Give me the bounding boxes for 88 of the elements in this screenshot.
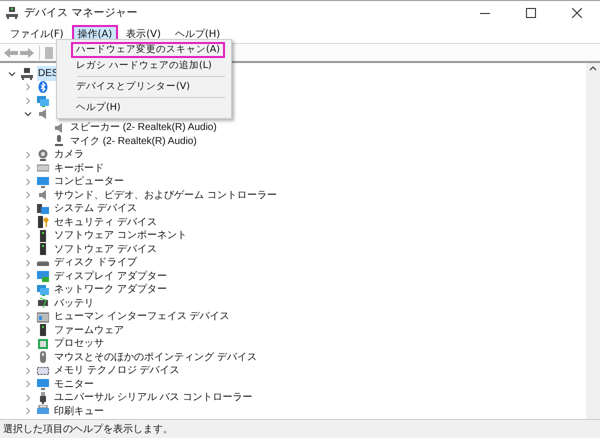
tree-item[interactable]: スピーカー (2- Realtek(R) Audio) — [69, 120, 218, 136]
keyboard-icon — [37, 162, 49, 174]
chevron-right-icon[interactable] — [24, 299, 32, 308]
tree-item[interactable]: モニター — [53, 376, 95, 392]
window-title: デバイス マネージャー — [24, 4, 138, 21]
chevron-right-icon[interactable] — [24, 272, 32, 280]
menu-item[interactable]: 表示(V) — [120, 25, 167, 43]
device-icon — [37, 230, 49, 242]
menu-option[interactable]: デバイスとプリンター(V) — [71, 79, 195, 95]
chevron-down-icon[interactable] — [24, 110, 32, 118]
chevron-right-icon[interactable] — [24, 191, 32, 200]
tree-item[interactable]: ヒューマン インターフェイス デバイス — [53, 309, 231, 324]
menu-item[interactable]: ファイル(F) — [4, 25, 70, 43]
chevron-right-icon[interactable] — [24, 218, 32, 226]
chevron-right-icon[interactable] — [24, 204, 32, 213]
status-text: 選択した項目のヘルプを表示します。 — [0, 419, 600, 438]
speaker-icon — [53, 122, 65, 134]
tree-item[interactable]: マイク (2- Realtek(R) Audio) — [69, 134, 198, 149]
tree-item[interactable]: ディスプレイ アダプター — [53, 268, 168, 284]
chevron-right-icon[interactable] — [24, 150, 32, 159]
chevron-right-icon[interactable] — [24, 245, 32, 254]
tree-item[interactable]: ファームウェア — [53, 322, 125, 338]
display-adapter-icon — [37, 270, 49, 282]
tree-item[interactable]: ネットワーク アダプター — [53, 282, 168, 298]
toolbar-icon[interactable] — [45, 46, 53, 58]
network-icon — [37, 284, 49, 296]
chevron-right-icon[interactable] — [24, 380, 32, 388]
tree-item[interactable]: メモリ テクノロジ デバイス — [53, 363, 181, 378]
memory-icon — [37, 364, 49, 377]
tree-item[interactable]: コンピューター — [53, 174, 125, 190]
chevron-right-icon[interactable] — [24, 286, 32, 294]
menu-option[interactable]: ヘルプ(H) — [71, 100, 126, 116]
chevron-right-icon[interactable] — [24, 178, 32, 186]
chevron-right-icon[interactable] — [24, 96, 32, 105]
chevron-right-icon[interactable] — [24, 258, 32, 267]
chevron-right-icon[interactable] — [24, 312, 32, 321]
camera-icon — [37, 148, 49, 161]
menu-option[interactable]: レガシ ハードウェアの追加(L) — [71, 58, 217, 74]
monitor-icon — [37, 176, 49, 188]
device-icon — [37, 324, 49, 336]
tree-item[interactable]: ユニバーサル シリアル バス コントローラー — [53, 390, 254, 406]
tree-item[interactable]: ソフトウェア コンポーネント — [53, 228, 188, 244]
close-icon — [572, 8, 582, 18]
device-icon — [37, 243, 49, 256]
speaker-icon — [37, 108, 49, 120]
app-icon — [6, 7, 18, 19]
chevron-right-icon[interactable] — [24, 407, 32, 416]
microphone-icon — [53, 135, 65, 148]
battery-icon — [37, 297, 49, 310]
processor-icon — [37, 338, 49, 350]
tree-item[interactable]: カメラ — [53, 147, 85, 162]
chevron-down-icon[interactable] — [8, 70, 16, 78]
tree-item[interactable]: ディスク ドライブ — [53, 255, 138, 270]
chevron-right-icon[interactable] — [24, 232, 32, 240]
tree-item[interactable]: ソフトウェア デバイス — [53, 242, 158, 257]
chevron-right-icon[interactable] — [24, 394, 32, 402]
tree-item[interactable]: サウンド、ビデオ、およびゲーム コントローラー — [53, 188, 278, 203]
tree-item[interactable]: システム デバイス — [53, 201, 138, 216]
scrollbar[interactable] — [586, 63, 600, 419]
menu-option[interactable]: ハードウェア変更のスキャン(A) — [71, 42, 225, 58]
tree-item[interactable]: バッテリ — [53, 296, 95, 311]
system-icon — [37, 202, 49, 215]
chevron-right-icon[interactable] — [24, 353, 32, 362]
chevron-right-icon[interactable] — [24, 326, 32, 334]
chevron-right-icon[interactable] — [24, 340, 32, 348]
hid-icon — [37, 310, 49, 323]
forward-arrow-icon[interactable] — [20, 48, 34, 58]
monitor-icon — [37, 378, 49, 390]
tree-item[interactable]: マウスとそのほかのポインティング デバイス — [53, 350, 258, 365]
chevron-right-icon[interactable] — [24, 366, 32, 375]
tree-item[interactable]: キーボード — [53, 160, 105, 176]
usb-icon — [37, 392, 49, 404]
tree-item[interactable]: セキュリティ デバイス — [53, 214, 158, 230]
speaker-icon — [37, 189, 49, 202]
bluetooth-icon — [37, 81, 49, 94]
menu-item[interactable]: ヘルプ(H) — [168, 25, 226, 43]
chevron-right-icon[interactable] — [24, 164, 32, 172]
maximize-icon — [526, 8, 536, 18]
tree-item[interactable]: プロセッサ — [53, 336, 105, 352]
back-arrow-icon[interactable] — [4, 48, 18, 58]
computer-icon — [21, 68, 33, 80]
scroll-up-icon[interactable] — [589, 65, 597, 71]
network-icon — [37, 94, 49, 107]
security-icon — [37, 216, 49, 228]
mouse-icon — [37, 351, 49, 364]
chevron-right-icon[interactable] — [24, 83, 32, 92]
tree-item[interactable]: 印刷キュー — [53, 404, 105, 419]
minimize-icon — [480, 12, 490, 14]
